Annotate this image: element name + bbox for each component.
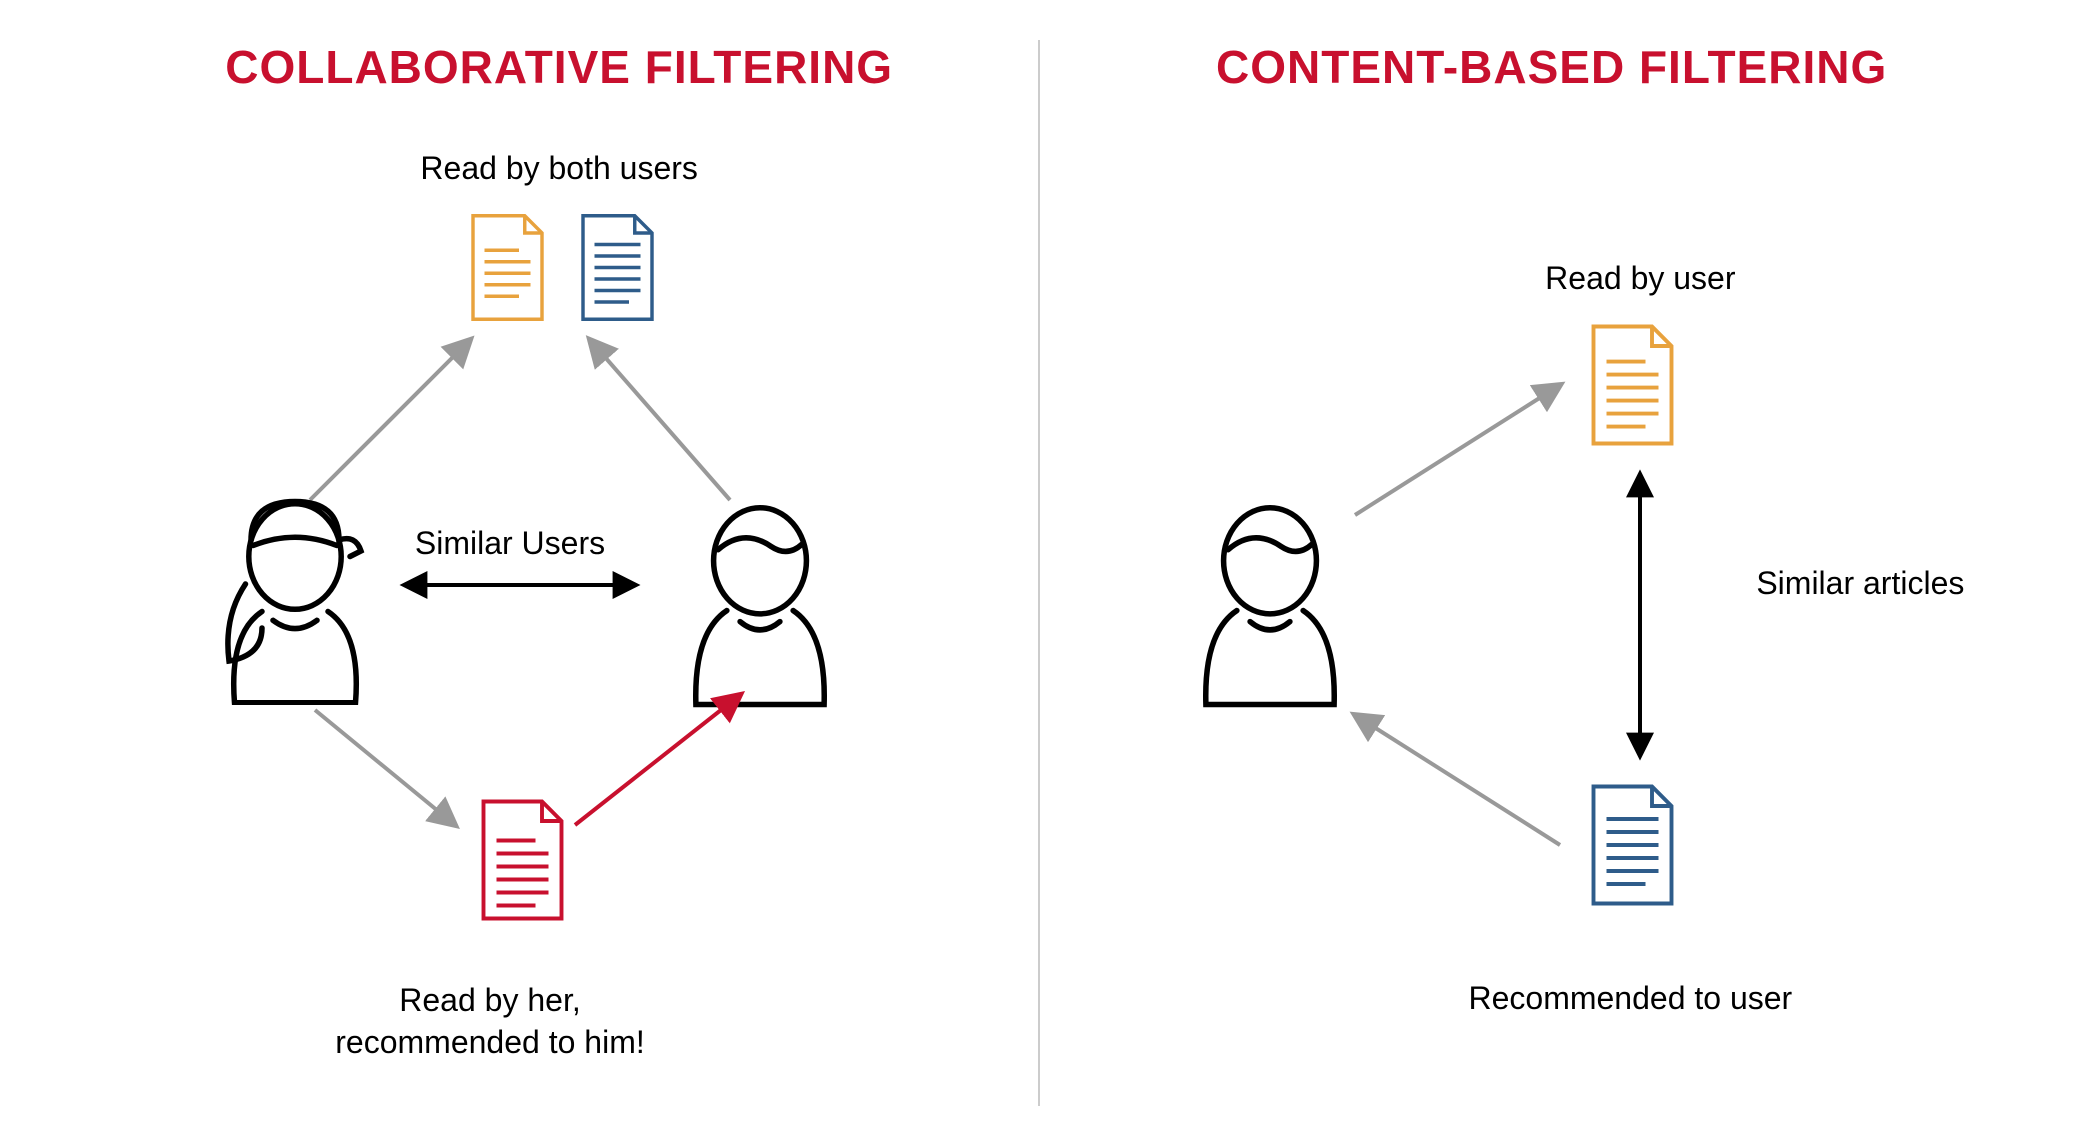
female-user-ballcap-icon bbox=[200, 485, 390, 710]
read-by-both-caption: Read by both users bbox=[80, 150, 1038, 187]
similar-users-label: Similar Users bbox=[360, 525, 660, 562]
recommended-to-user-caption: Recommended to user bbox=[1420, 980, 1840, 1017]
similar-articles-label: Similar articles bbox=[1720, 565, 2000, 602]
collaborative-filtering-panel: COLLABORATIVE FILTERING Read by both use… bbox=[80, 40, 1040, 1106]
document-orange-right-icon bbox=[1580, 320, 1685, 455]
male-user-right-icon bbox=[1180, 500, 1360, 715]
document-orange-icon bbox=[460, 210, 555, 330]
arrow-from-male-to-docs-icon bbox=[570, 330, 750, 515]
bidirectional-arrow-icon bbox=[390, 570, 650, 605]
read-by-her-caption: Read by her, recommended to him! bbox=[280, 980, 700, 1063]
caption-line2: recommended to him! bbox=[335, 1024, 644, 1060]
caption-line1: Read by her, bbox=[399, 982, 580, 1018]
document-blue-right-icon bbox=[1580, 780, 1685, 915]
bidirectional-vertical-arrow-icon bbox=[1620, 460, 1660, 775]
document-red-icon bbox=[470, 795, 575, 930]
content-based-filtering-panel: CONTENT-BASED FILTERING Read by user bbox=[1040, 40, 2003, 1106]
document-blue-icon bbox=[570, 210, 665, 330]
arrow-red-doc-to-male-icon bbox=[560, 680, 760, 845]
content-based-title: CONTENT-BASED FILTERING bbox=[1100, 40, 2003, 94]
collaborative-title: COLLABORATIVE FILTERING bbox=[80, 40, 1038, 94]
read-by-user-caption: Read by user bbox=[1500, 260, 1780, 297]
arrow-user-to-orange-doc-icon bbox=[1340, 370, 1580, 535]
arrow-blue-doc-to-user-icon bbox=[1340, 700, 1580, 865]
arrow-from-female-to-red-doc-icon bbox=[300, 700, 480, 845]
